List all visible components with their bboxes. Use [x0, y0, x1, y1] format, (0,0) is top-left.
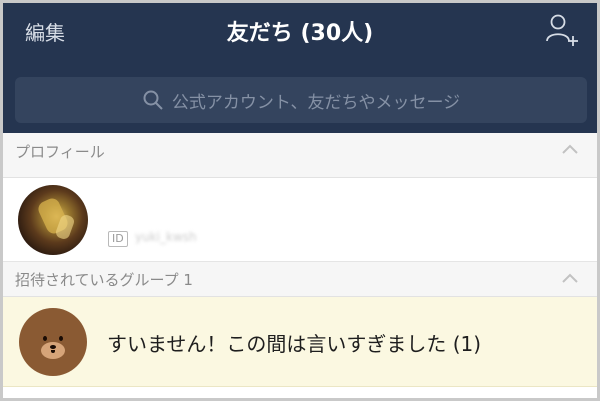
invited-group-row[interactable]: すいません！この間は言いすぎました (1): [3, 297, 597, 387]
profile-section-header[interactable]: プロフィール: [3, 133, 597, 178]
add-friend-button[interactable]: [543, 11, 581, 49]
profile-id-value: yuki_kwsh: [135, 230, 197, 244]
search-content: 公式アカウント、友だちやメッセージ: [15, 77, 587, 123]
search-input[interactable]: 公式アカウント、友だちやメッセージ: [15, 77, 587, 123]
avatar: [18, 185, 88, 255]
bear-eye: [59, 336, 63, 341]
section-label-profile: プロフィール: [15, 143, 105, 161]
section-label-invited-groups: 招待されているグループ 1: [15, 271, 193, 289]
group-name: すいません！この間は言いすぎました (1): [107, 332, 482, 356]
search-placeholder: 公式アカウント、友だちやメッセージ: [171, 92, 461, 113]
invited-groups-section-header[interactable]: 招待されているグループ 1: [3, 262, 597, 297]
id-badge: ID: [108, 231, 128, 247]
my-profile-row[interactable]: ID yuki_kwsh: [3, 178, 597, 262]
bear-nose: [50, 345, 56, 349]
top-navigation-bar: 編集 友だち (30人) 公式アカウント、友だちやメッセージ: [3, 3, 597, 133]
list-bottom: [3, 387, 597, 398]
bear-eye: [43, 336, 47, 341]
chevron-up-icon[interactable]: [561, 143, 579, 155]
app-screen: 編集 友だち (30人) 公式アカウント、友だちやメッセージ プロフィール ID…: [0, 0, 600, 401]
page-title: 友だち (30人): [226, 21, 374, 46]
search-icon: [143, 90, 163, 110]
add-friend-icon: [546, 14, 578, 46]
chevron-up-icon[interactable]: [561, 272, 579, 284]
bear-avatar-icon: [19, 308, 87, 376]
